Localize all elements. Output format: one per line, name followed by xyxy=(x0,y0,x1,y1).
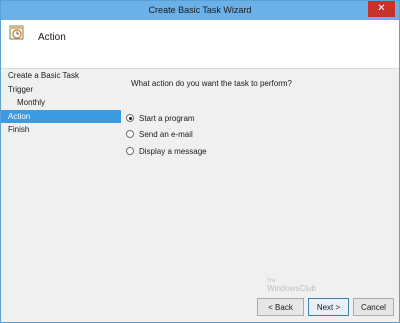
watermark-logo: The WindowsClub xyxy=(267,277,316,293)
send-email-radio[interactable] xyxy=(126,130,134,138)
nav-item-create-basic-task[interactable]: Create a Basic Task xyxy=(1,69,121,83)
start-program-label: Start a program xyxy=(139,113,195,123)
wizard-steps-nav: Create a Basic Task Trigger Monthly Acti… xyxy=(1,69,121,137)
display-message-label: Display a message xyxy=(139,146,207,156)
close-icon: ✕ xyxy=(377,3,386,14)
next-button[interactable]: Next > xyxy=(308,298,349,316)
send-email-label: Send an e-mail xyxy=(139,129,193,139)
task-scheduler-icon xyxy=(9,25,24,40)
page-title: Action xyxy=(38,32,66,43)
option-start-program[interactable]: Start a program xyxy=(126,112,195,124)
wizard-window: Create Basic Task Wizard ✕ Action Create… xyxy=(0,0,400,323)
title-bar[interactable]: Create Basic Task Wizard ✕ xyxy=(1,1,399,20)
window-title: Create Basic Task Wizard xyxy=(148,5,252,15)
nav-item-action[interactable]: Action xyxy=(1,109,121,123)
display-message-radio[interactable] xyxy=(126,147,134,155)
action-question: What action do you want the task to perf… xyxy=(131,79,292,88)
close-button[interactable]: ✕ xyxy=(368,1,395,17)
nav-item-monthly[interactable]: Monthly xyxy=(1,96,121,110)
cancel-button[interactable]: Cancel xyxy=(353,298,394,316)
nav-item-finish[interactable]: Finish xyxy=(1,123,121,137)
option-display-message[interactable]: Display a message xyxy=(126,145,207,157)
start-program-radio[interactable] xyxy=(126,114,134,122)
nav-item-trigger[interactable]: Trigger xyxy=(1,83,121,97)
wizard-header: Action xyxy=(1,20,399,69)
option-send-email[interactable]: Send an e-mail xyxy=(126,128,193,140)
watermark-line2: WindowsClub xyxy=(267,284,316,293)
back-button[interactable]: < Back xyxy=(257,298,304,316)
